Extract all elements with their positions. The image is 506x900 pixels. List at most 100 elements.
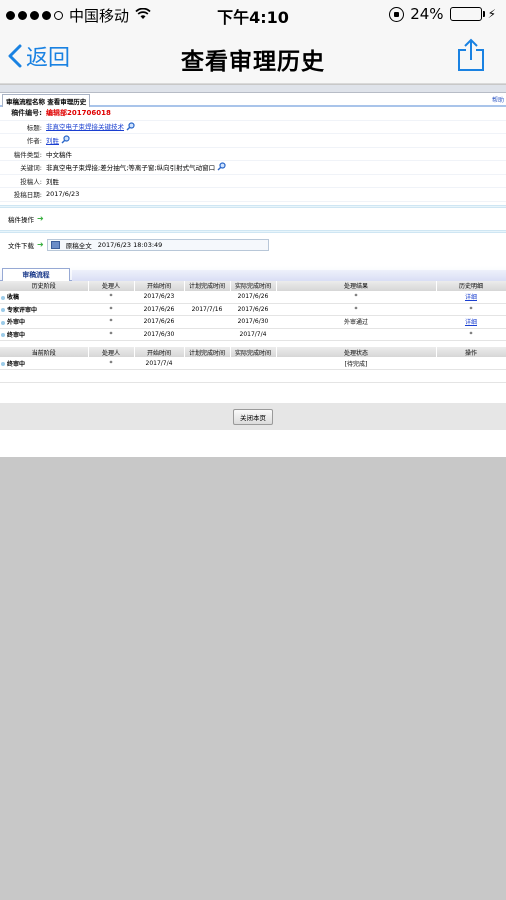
share-icon (458, 38, 484, 71)
type-value: 中文稿件 (46, 150, 72, 159)
download-label: 文件下载 (8, 241, 34, 250)
search-icon[interactable] (61, 135, 70, 146)
download-file-name[interactable]: 原稿全文 (66, 240, 92, 250)
detail-link[interactable]: 详细 (465, 294, 477, 301)
tab-review-process[interactable]: 审稿流程 (2, 267, 70, 281)
share-button[interactable] (456, 38, 486, 76)
op-cell (436, 357, 506, 370)
result-cell: 外审通过 (276, 315, 436, 329)
title-label: 标题: (26, 123, 42, 132)
plan-cell (184, 315, 230, 329)
keywords-label: 关键词: (20, 164, 42, 173)
history-table: 历史阶段 处理人 开始时间 计划完成时间 实际完成时间 处理结果 历史明细 收稿… (0, 280, 506, 342)
submitter-label: 投稿人: (20, 177, 42, 186)
keywords-value: 非真空电子束焊接;差分抽气;等离子窗;纵向引射式气动窗口 (46, 163, 216, 172)
section-divider (0, 204, 506, 208)
column-header: 历史阶段 (0, 280, 89, 291)
process-tabs: 审稿流程 (0, 265, 506, 281)
type-label: 稿件类型: (13, 150, 42, 159)
stage-name: 专家评审中 (7, 306, 38, 314)
table-row: 外审中 * 2017/6/26 2017/6/30 外审通过 详细 (0, 315, 506, 329)
column-header: 计划完成时间 (184, 280, 231, 291)
search-icon[interactable] (126, 121, 135, 133)
actual-cell: 2017/7/4 (230, 328, 276, 341)
manuscript-number-value: 编辑部201706018 (46, 109, 111, 118)
battery-icon (449, 7, 485, 21)
column-header: 计划完成时间 (184, 347, 231, 357)
bullet-icon (1, 295, 5, 300)
document-icon (50, 240, 60, 249)
column-header: 历史明细 (436, 280, 506, 291)
bullet-icon (1, 333, 5, 338)
stage-name: 外审中 (7, 319, 26, 327)
page-title: 查看审理历史 (181, 49, 325, 75)
result-cell (276, 328, 436, 341)
submitter-row: 投稿人: 刘胜 (0, 175, 506, 188)
actual-cell: 2017/6/26 (230, 303, 276, 316)
actual-cell (230, 357, 276, 370)
detail-cell: * (436, 328, 506, 341)
submitter-value: 刘胜 (46, 177, 59, 186)
start-cell: 2017/7/4 (134, 357, 184, 370)
current-header-row: 当前阶段 处理人 开始时间 计划完成时间 实际完成时间 处理状态 操作 (0, 347, 506, 357)
title-bar: 审稿流程名称 查看审理历史 帮助 (0, 93, 506, 107)
start-cell: 2017/6/26 (134, 315, 184, 329)
detail-link[interactable]: 详细 (465, 319, 477, 326)
charging-bolt-icon: ⚡ (487, 7, 496, 21)
operation-label: 稿件操作 (8, 215, 34, 224)
stage-name: 收稿 (7, 294, 20, 301)
column-header: 处理人 (88, 347, 135, 357)
status-bar: 中国移动 下午4:10 24% ⚡ (0, 0, 506, 30)
date-label: 投稿日期: (13, 191, 42, 200)
author-link[interactable]: 刘胜 (46, 137, 59, 145)
section-divider (0, 229, 506, 233)
download-file-box[interactable]: 原稿全文 2017/6/23 18:03:49 (46, 238, 269, 251)
current-stage-table: 当前阶段 处理人 开始时间 计划完成时间 实际完成时间 处理状态 操作 终审中 … (0, 347, 506, 383)
actual-cell: 2017/6/26 (230, 290, 276, 304)
title-link[interactable]: 非真空电子束焊接关键技术 (46, 123, 124, 131)
plan-cell (184, 290, 230, 304)
stage-name: 终审中 (7, 360, 26, 368)
result-cell: * (276, 290, 436, 304)
type-row: 稿件类型: 中文稿件 (0, 148, 506, 161)
date-row: 投稿日期: 2017/6/23 (0, 188, 506, 202)
status-cell: [待完成] (276, 357, 436, 370)
top-strip (0, 85, 506, 93)
manuscript-number-row: 稿件编号: 编辑部201706018 (0, 107, 506, 121)
handler-cell: * (88, 357, 134, 370)
handler-cell: * (88, 315, 134, 329)
handler-cell: * (88, 290, 134, 304)
navigation-bar: 返回 查看审理历史 (0, 30, 506, 84)
table-row: 收稿 * 2017/6/23 2017/6/26 * 详细 (0, 290, 506, 304)
operation-row: 稿件操作 ➜ (0, 211, 506, 227)
column-header: 开始时间 (134, 280, 185, 291)
bullet-icon (1, 308, 5, 313)
stage-name: 终审中 (7, 331, 26, 339)
rotation-lock-icon (389, 6, 405, 22)
history-header-row: 历史阶段 处理人 开始时间 计划完成时间 实际完成时间 处理结果 历史明细 (0, 280, 506, 291)
plan-cell (184, 328, 230, 341)
bullet-icon (1, 362, 5, 366)
table-row (0, 369, 506, 383)
column-header: 处理状态 (276, 347, 437, 357)
column-header: 处理结果 (276, 280, 437, 291)
plan-cell: 2017/7/16 (184, 303, 230, 316)
column-header: 处理人 (88, 280, 135, 291)
search-icon[interactable] (217, 162, 226, 173)
bullet-icon (1, 320, 5, 325)
footer-bar: 关闭本页 (0, 403, 506, 430)
arrow-right-icon: ➜ (37, 214, 44, 223)
author-label: 作者: (26, 137, 42, 146)
process-title-tab: 审稿流程名称 查看审理历史 (2, 94, 91, 107)
manuscript-number-label: 稿件编号: (11, 109, 42, 118)
column-header: 开始时间 (134, 347, 185, 357)
download-row: 文件下载 ➜ 原稿全文 2017/6/23 18:03:49 (0, 236, 506, 254)
arrow-right-icon: ➜ (37, 240, 44, 249)
plan-cell (184, 357, 230, 370)
help-link[interactable]: 帮助 (492, 95, 504, 104)
column-header: 操作 (436, 347, 506, 357)
status-right: 24% ⚡ (389, 5, 496, 23)
close-page-button[interactable]: 关闭本页 (233, 408, 273, 425)
actual-cell: 2017/6/30 (230, 315, 276, 329)
column-header: 实际完成时间 (230, 280, 277, 291)
